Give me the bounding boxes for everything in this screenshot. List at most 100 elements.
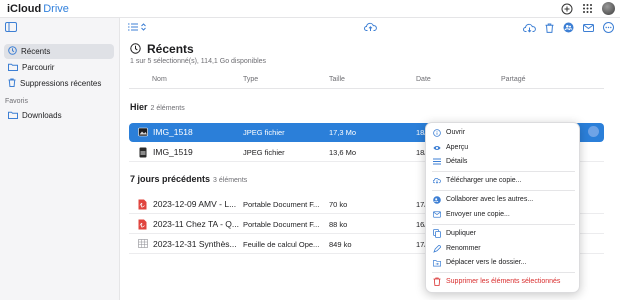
trash-icon[interactable] <box>545 23 554 35</box>
context-menu: Ouvrir Aperçu Détails Télécharger une co… <box>425 122 580 293</box>
menu-item-label: Déplacer vers le dossier... <box>446 259 527 266</box>
menu-item-delete-selected[interactable]: Supprimer les éléments sélectionnés <box>433 276 560 287</box>
eye-icon <box>433 144 441 152</box>
sidebar-toggle-icon[interactable] <box>5 22 17 32</box>
more-options-icon[interactable] <box>603 22 614 35</box>
menu-item-label: Envoyer une copie... <box>446 211 510 218</box>
top-bar: iCloud Drive <box>0 0 620 18</box>
mail-icon <box>433 211 441 219</box>
app-name: iCloud <box>7 3 42 15</box>
clock-icon <box>130 42 141 56</box>
menu-item-details[interactable]: Détails <box>433 156 467 167</box>
menu-item-label: Collaborer avec les autres... <box>446 196 534 203</box>
add-icon[interactable] <box>560 2 573 15</box>
file-kind: Portable Document F... <box>243 220 320 229</box>
sidebar-item-label: Downloads <box>22 111 62 120</box>
pencil-icon <box>433 244 441 253</box>
cloud-download-icon[interactable] <box>523 23 536 35</box>
account-avatar[interactable] <box>602 2 615 15</box>
menu-separator <box>432 272 575 273</box>
spreadsheet-file-icon <box>138 239 148 250</box>
menu-item-open[interactable]: Ouvrir <box>433 127 465 138</box>
pdf-file-icon <box>138 199 148 210</box>
favorites-heading: Favoris <box>5 98 28 105</box>
info-icon <box>433 128 441 137</box>
column-header-kind[interactable]: Type <box>243 76 258 83</box>
sidebar: Récents Parcourir Suppressions récentes … <box>0 18 120 300</box>
menu-item-download-copy[interactable]: Télécharger une copie... <box>433 175 522 186</box>
main-toolbar <box>120 18 620 38</box>
app-brand[interactable]: iCloud Drive <box>5 3 69 15</box>
folder-icon <box>8 111 18 121</box>
page-header: Récents <box>130 42 194 56</box>
group-heading: Hier 2 éléments <box>130 102 185 112</box>
column-header-size[interactable]: Taille <box>329 76 345 83</box>
file-name: 2023-11 Chez TA - Q... <box>153 219 239 229</box>
menu-item-send-copy[interactable]: Envoyer une copie... <box>433 209 510 220</box>
file-name: 2023-12-31 Synthès... <box>153 239 237 249</box>
app-grid-icon[interactable] <box>581 2 594 15</box>
trash-icon <box>8 78 16 89</box>
folder-icon <box>8 63 18 73</box>
view-options-button[interactable] <box>128 23 146 33</box>
menu-item-collaborate[interactable]: Collaborer avec les autres... <box>433 194 533 205</box>
sidebar-item-downloads[interactable]: Downloads <box>4 108 114 123</box>
share-people-icon[interactable] <box>563 22 574 35</box>
file-kind: Portable Document F... <box>243 200 320 209</box>
column-header-date[interactable]: Date <box>416 76 431 83</box>
menu-item-preview[interactable]: Aperçu <box>433 142 468 153</box>
column-header-name[interactable]: Nom <box>152 76 167 83</box>
row-more-button[interactable] <box>588 126 599 137</box>
menu-item-rename[interactable]: Renommer <box>433 243 481 254</box>
group-count: 3 éléments <box>213 177 248 184</box>
file-size: 13,6 Mo <box>329 148 357 157</box>
list-icon <box>433 158 441 166</box>
file-size: 88 ko <box>329 220 348 229</box>
sidebar-item-browse[interactable]: Parcourir <box>4 60 114 75</box>
menu-item-label: Détails <box>446 158 468 165</box>
file-size: 70 ko <box>329 200 348 209</box>
sidebar-item-recents[interactable]: Récents <box>4 44 114 59</box>
header-divider <box>129 88 604 89</box>
avatar <box>602 2 615 15</box>
file-name: IMG_1519 <box>153 147 193 157</box>
menu-separator <box>432 224 575 225</box>
sidebar-item-label: Parcourir <box>22 63 55 72</box>
file-kind: Feuille de calcul Ope... <box>243 240 320 249</box>
folder-move-icon <box>433 259 441 267</box>
sort-chevron-icon <box>141 23 146 33</box>
list-view-icon <box>128 23 138 33</box>
file-size: 17,3 Mo <box>329 128 357 137</box>
menu-item-duplicate[interactable]: Dupliquer <box>433 228 476 239</box>
selection-status: 1 sur 5 sélectionné(s), 114,1 Go disponi… <box>130 58 267 65</box>
trash-icon <box>433 277 441 286</box>
image-file-icon <box>138 127 148 138</box>
page-title: Récents <box>147 42 194 56</box>
file-size: 849 ko <box>329 240 352 249</box>
group-count: 2 éléments <box>150 105 185 112</box>
menu-item-label: Dupliquer <box>446 230 476 237</box>
file-kind: JPEG fichier <box>243 128 285 137</box>
mail-icon[interactable] <box>583 23 594 34</box>
people-icon <box>433 195 441 204</box>
app-product-name: Drive <box>43 3 69 15</box>
group-heading: 7 jours précédents 3 éléments <box>130 174 247 184</box>
file-name: IMG_1518 <box>153 127 193 137</box>
sidebar-item-recently-deleted[interactable]: Suppressions récentes <box>4 76 114 91</box>
cloud-download-icon <box>433 177 441 185</box>
sidebar-item-label: Suppressions récentes <box>20 79 102 88</box>
clock-icon <box>8 46 17 57</box>
image-file-icon <box>138 147 148 158</box>
column-header-shared[interactable]: Partagé <box>501 76 526 83</box>
duplicate-icon <box>433 229 441 238</box>
menu-item-label: Aperçu <box>446 144 469 151</box>
menu-item-label: Télécharger une copie... <box>446 177 522 184</box>
file-name: 2023-12-09 AMV - L... <box>153 199 237 209</box>
file-kind: JPEG fichier <box>243 148 285 157</box>
menu-item-move-to-folder[interactable]: Déplacer vers le dossier... <box>433 257 527 268</box>
group-label: 7 jours précédents <box>130 174 211 184</box>
menu-separator <box>432 190 575 191</box>
menu-item-label: Ouvrir <box>446 129 466 136</box>
menu-item-label: Supprimer les éléments sélectionnés <box>446 278 561 285</box>
cloud-upload-icon[interactable] <box>364 22 377 34</box>
